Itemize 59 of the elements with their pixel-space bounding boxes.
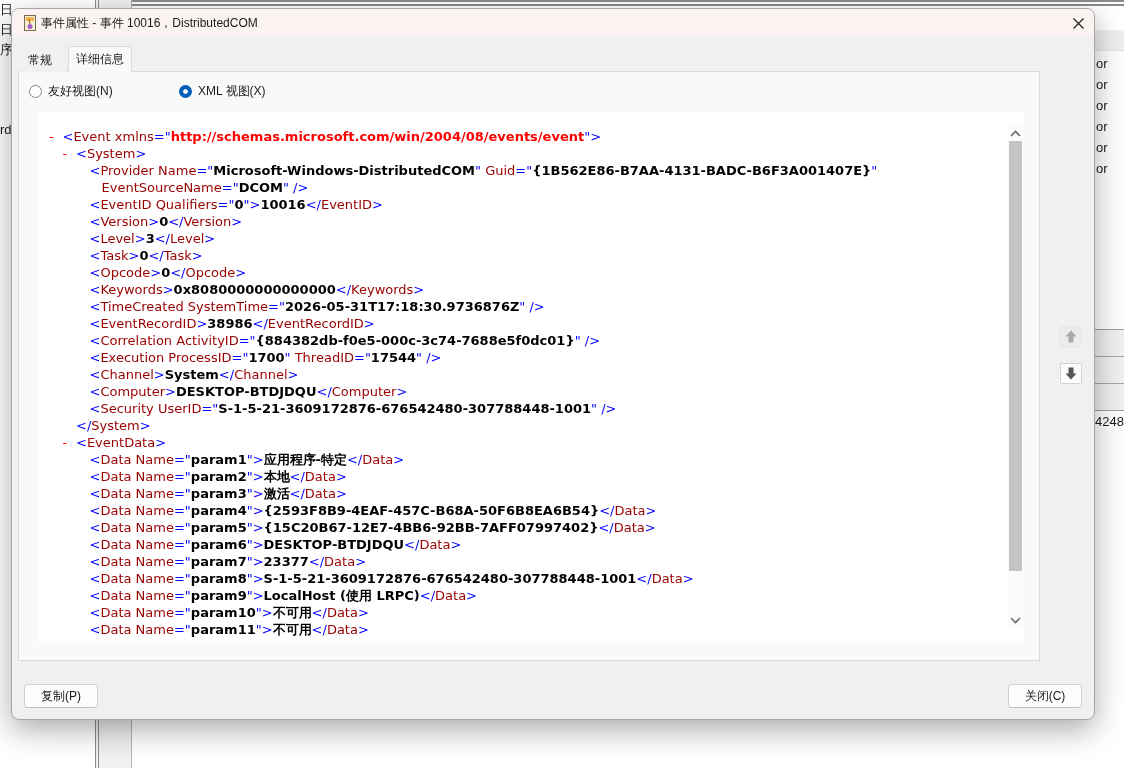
next-button[interactable] — [1060, 363, 1082, 384]
chevron-down-icon[interactable] — [1010, 617, 1021, 624]
xml-line: <Correlation ActivityID="{884382db-f0e5-000c-3c74-7688e5f0dc01}" /> — [89, 332, 601, 349]
background-text: or — [1095, 160, 1108, 178]
xml-line: <Version>0</Version> — [89, 213, 243, 230]
xml-line: <Data Name="param6">DESKTOP-BTDJDQU</Data> — [89, 536, 462, 553]
xml-line: <Security UserID="S-1-5-21-3609172876-676542480-307788448-1001" /> — [89, 400, 617, 417]
log-document-icon — [22, 15, 38, 31]
xml-line: <Execution ProcessID="1700" ThreadID="17544" /> — [89, 349, 442, 366]
close-dialog-button[interactable]: 关闭(C) — [1008, 684, 1082, 708]
xml-line: <EventID Qualifiers="0">10016</EventID> — [89, 196, 383, 213]
radio-button[interactable]: 友好视图(N) — [29, 82, 179, 100]
xml-line: <Data Name="param2">本地</Data> — [89, 468, 347, 485]
arrow-up-icon — [1065, 330, 1077, 343]
scrollbar-thumb[interactable] — [1009, 141, 1022, 571]
arrow-down-icon — [1065, 367, 1077, 380]
xml-line: <Event xmlns="http://schemas.microsoft.com/win/2004/08/events/event"> — [62, 128, 602, 145]
xml-line: <EventData> — [76, 434, 167, 451]
xml-line: <Task>0</Task> — [89, 247, 203, 264]
xml-line: <Data Name="param10">不可用</Data> — [89, 604, 369, 621]
xml-line: EventSourceName="DCOM" /> — [101, 179, 309, 196]
xml-line: <Computer>DESKTOP-BTDJDQU</Computer> — [89, 383, 408, 400]
xml-line: <Data Name="param11">不可用</Data> — [89, 621, 369, 638]
scrollbar[interactable] — [1007, 125, 1024, 630]
radio-button[interactable]: XML 视图(X) — [179, 82, 329, 100]
background-text: or — [1095, 76, 1108, 94]
xml-line: <Keywords>0x8080000000000000</Keywords> — [89, 281, 425, 298]
collapse-toggle[interactable]: - — [49, 128, 54, 145]
xml-line: <Data Name="param3">激活</Data> — [89, 485, 347, 502]
background-text: or — [1095, 55, 1108, 73]
background-text: or — [1095, 139, 1108, 157]
xml-line: <Level>3</Level> — [89, 230, 216, 247]
copy-button[interactable]: 复制(P) — [24, 684, 98, 708]
background-text: or — [1095, 118, 1108, 136]
xml-line: <Data Name="param9">LocalHost (使用 LRPC)</Data> — [89, 587, 477, 604]
xml-line: <TimeCreated SystemTime="2026-05-31T17:18:30.9736876Z" /> — [89, 298, 545, 315]
xml-line: <Channel>System</Channel> — [89, 366, 299, 383]
xml-line: <Data Name="param8">S-1-5-21-3609172876-676542480-307788448-1001</Data> — [89, 570, 694, 587]
xml-line: <Data Name="param7">23377</Data> — [89, 553, 367, 570]
xml-line: <Data Name="param5">{15C20B67-12E7-4BB6-92BB-7AFF07997402}</Data> — [89, 519, 656, 536]
tab[interactable]: 详细信息 — [68, 46, 132, 72]
window-title: 事件属性 - 事件 10016，DistributedCOM — [41, 14, 258, 32]
collapse-toggle[interactable]: - — [62, 145, 68, 162]
background-text: 日 — [0, 21, 13, 39]
background-text: 日 — [0, 1, 13, 19]
chevron-up-icon[interactable] — [1010, 130, 1021, 137]
background-text: rd — [0, 121, 12, 139]
xml-line: <Data Name="param4">{2593F8B9-4EAF-457C-B68A-50F6B8EA6B54}</Data> — [89, 502, 657, 519]
xml-line: <Provider Name="Microsoft-Windows-DistributedCOM" Guid="{1B562E86-B7AA-4131-BADC-B6F3A001407E}" — [89, 162, 878, 179]
collapse-toggle[interactable]: - — [62, 434, 68, 451]
background-text: 4248 — [1095, 413, 1124, 431]
xml-line: <Data Name="param1">应用程序-特定</Data> — [89, 451, 405, 468]
xml-line: </System> — [76, 417, 151, 434]
background-text: 序 — [0, 41, 13, 59]
xml-line: <EventRecordID>38986</EventRecordID> — [89, 315, 375, 332]
xml-line: <System> — [76, 145, 147, 162]
background-text: or — [1095, 97, 1108, 115]
close-icon — [1072, 17, 1084, 29]
xml-line: <Opcode>0</Opcode> — [89, 264, 247, 281]
